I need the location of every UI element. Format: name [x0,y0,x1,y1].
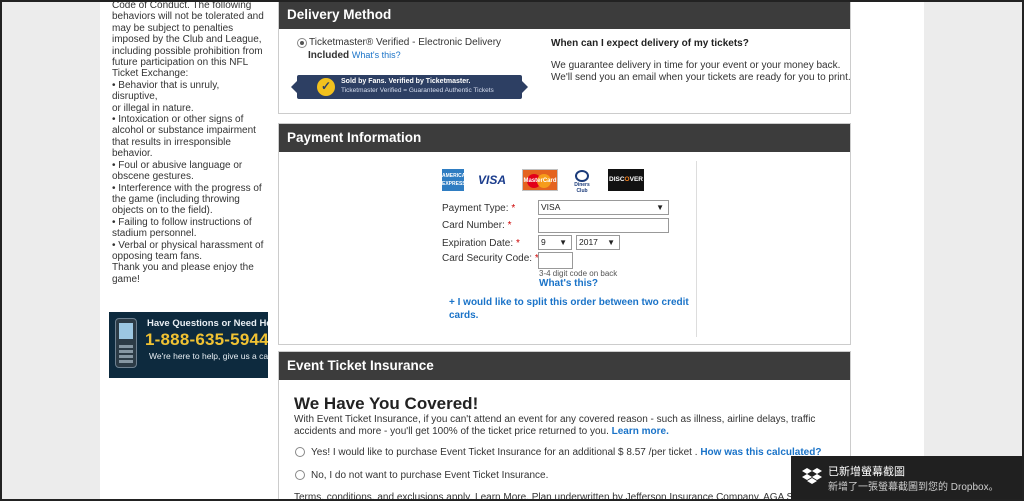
conduct-line: Ticket Exchange: [112,68,189,80]
help-question: Have Questions or Need Help? [147,318,268,329]
delivery-title: Delivery Method [279,1,850,29]
verified-seal-icon [315,76,337,98]
card-number-label: Card Number: [442,220,505,231]
payment-type-select[interactable]: VISA ▼ [538,200,669,215]
insurance-learn-more-link[interactable]: Learn more. [612,426,669,437]
conduct-line: including possible prohibition from [112,45,263,57]
exp-year-select[interactable]: 2017 ▼ [576,235,620,250]
security-hint: 3-4 digit code on back [539,269,618,278]
conduct-line: the game (including throwing [112,193,240,205]
conduct-line: • Verbal or physical harassment of [112,239,264,251]
verified-badge: Sold by Fans. Verified by Ticketmaster. … [291,75,528,99]
payment-type-row: Payment Type: * [442,203,516,214]
conduct-line: • Failing to follow instructions of [112,216,252,228]
discover-icon: DISCOVER [608,169,644,191]
delivery-radio[interactable] [297,38,307,48]
conduct-line: stadium personnel. [112,228,197,240]
conduct-line: Thank you and please enjoy the [112,262,254,274]
insurance-no-radio[interactable] [295,470,305,480]
security-row: Card Security Code: * [442,253,539,264]
diners-club-icon: Diners Club [570,169,594,194]
conduct-line: may be subject to penalties [112,22,234,34]
conduct-line: behavior. [112,148,153,160]
delivery-answer: We guarantee delivery in time for your e… [551,60,851,83]
card-number-row: Card Number: * [442,220,512,231]
security-whats-this-link[interactable]: What's this? [539,278,598,289]
conduct-line: • Intoxication or other signs of [112,114,244,126]
insurance-terms: Terms, conditions, and exclusions apply.… [294,492,803,501]
badge-line1: Sold by Fans. Verified by Ticketmaster. [341,78,471,85]
security-label: Card Security Code: [442,253,533,264]
phone-icon [115,318,137,368]
help-subtitle: We're here to help, give us a call [149,351,268,361]
delivery-whats-this-link[interactable]: What's this? [352,50,401,60]
conduct-line: objects on to the field). [112,205,213,217]
conduct-line: • Interference with the progress of [112,182,262,194]
insurance-description: With Event Ticket Insurance, if you can'… [294,414,816,437]
insurance-section: Event Ticket Insurance We Have You Cover… [278,351,851,501]
divider [696,161,697,337]
payment-title: Payment Information [279,124,850,152]
conduct-line: alcohol or substance impairment [112,125,256,137]
conduct-line: future participation on this NFL [112,57,249,69]
expiration-row: Expiration Date: * [442,238,520,249]
exp-month-select[interactable]: 9 ▼ [538,235,572,250]
help-banner[interactable]: Have Questions or Need Help? 1-888-635-5… [109,312,268,378]
conduct-line: opposing team fans. [112,250,203,262]
conduct-line: or illegal in nature. [112,102,194,114]
conduct-line: Code of Conduct. The following [112,0,252,11]
conduct-line: obscene gestures. [112,171,194,183]
toast-title: 已新增螢幕截圖 [828,466,905,478]
expiration-label: Expiration Date: [442,238,514,249]
help-phone-number: 1-888-635-5944 [145,330,268,349]
dropbox-notification[interactable]: 已新增螢幕截圖 新增了一張螢幕截圖到您的 Dropbox。 [791,456,1022,501]
amex-icon: AMERICAN EXPRESS [442,169,469,191]
conduct-line: game! [112,273,140,285]
conduct-line: • Foul or abusive language or [112,159,243,171]
badge-line2: Ticketmaster Verified = Guaranteed Authe… [341,87,494,94]
conduct-line: • Behavior that is unruly, disruptive, [112,79,220,103]
conduct-line: that results in irresponsible [112,136,231,148]
payment-type-label: Payment Type: [442,203,509,214]
insurance-headline: We Have You Covered! [294,394,479,413]
card-number-input[interactable] [538,218,669,233]
insurance-no-label: No, I do not want to purchase Event Tick… [311,470,549,481]
dropdown-caret-icon: ▼ [656,203,664,212]
security-code-input[interactable] [538,252,573,269]
delivery-option-label: Ticketmaster® Verified - Electronic Deli… [309,37,502,48]
dropdown-caret-icon: ▼ [607,238,615,247]
delivery-question: When can I expect delivery of my tickets… [551,38,749,49]
dropdown-caret-icon: ▼ [559,238,567,247]
delivery-section: Delivery Method Ticketmaster® Verified -… [278,0,851,114]
insurance-yes-label: Yes! I would like to purchase Event Tick… [311,447,698,458]
mastercard-icon: MasterCard [522,169,558,191]
payment-section: Payment Information AMERICAN EXPRESS VIS… [278,123,851,345]
visa-icon: VISA [476,169,508,191]
split-payment-link[interactable]: + I would like to split this order betwe… [449,296,689,322]
toast-message: 新增了一張螢幕截圖到您的 Dropbox。 [828,482,999,493]
code-of-conduct-text: Code of Conduct. The following behaviors … [112,0,264,285]
conduct-line: imposed by the Club and League, [112,34,262,46]
insurance-yes-radio[interactable] [295,447,305,457]
conduct-line: behaviors will not be tolerated and [112,11,264,23]
dropbox-icon [802,468,822,484]
delivery-included: Included [308,50,350,61]
insurance-title: Event Ticket Insurance [279,352,850,380]
